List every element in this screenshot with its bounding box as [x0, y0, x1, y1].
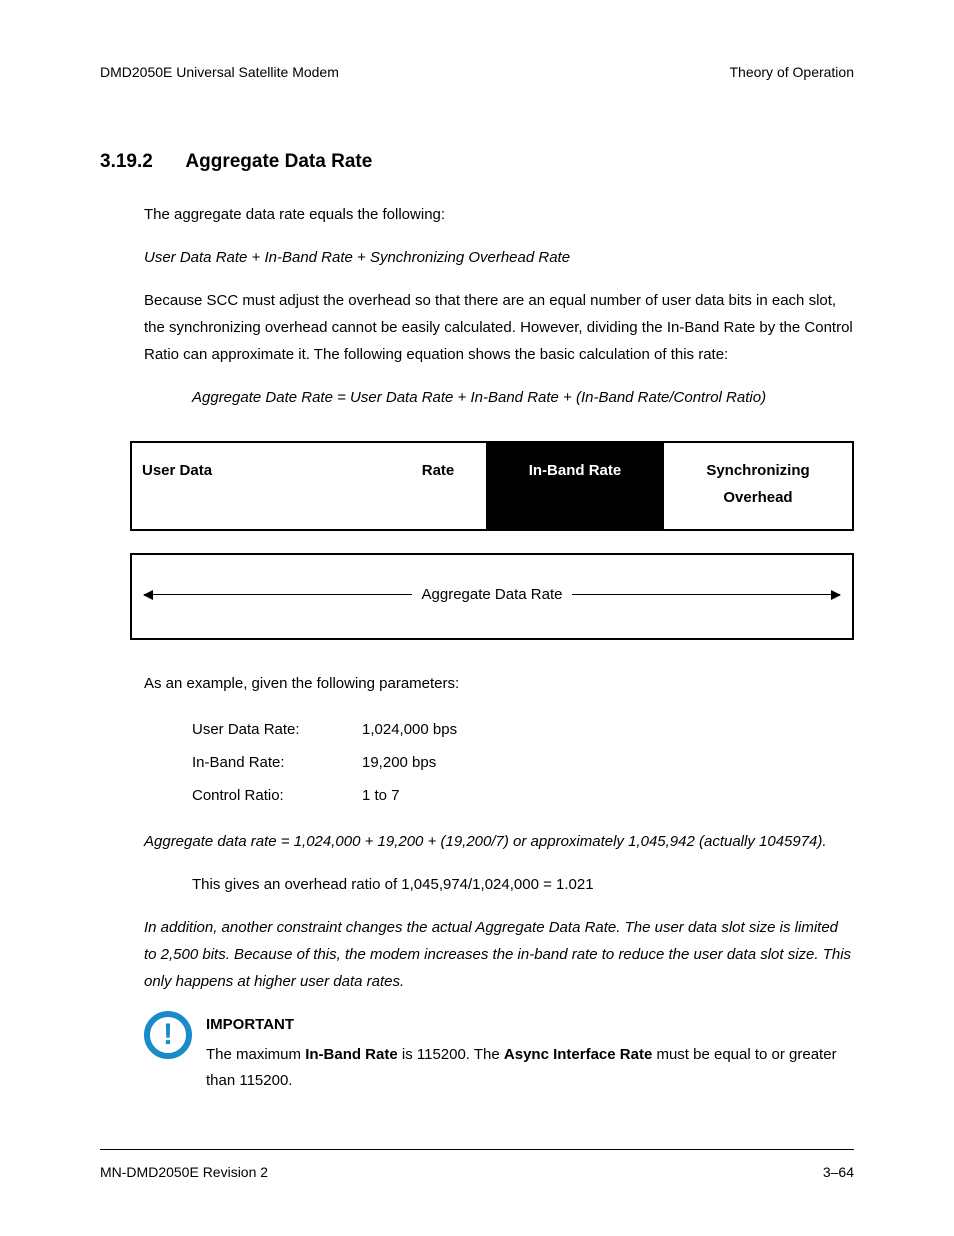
important-bold-2: Async Interface Rate	[504, 1046, 652, 1063]
constraint-note: In addition, another constraint changes …	[144, 914, 854, 995]
param-val: 1,024,000 bps	[362, 713, 457, 746]
important-bold-1: In-Band Rate	[305, 1046, 398, 1063]
diag-cell-user-data: User Data	[132, 443, 390, 529]
equation: Aggregate Date Rate = User Data Rate + I…	[144, 384, 854, 411]
example-intro: As an example, given the following param…	[144, 670, 854, 697]
important-text: IMPORTANT The maximum In-Band Rate is 11…	[206, 1011, 854, 1109]
param-row: Control Ratio: 1 to 7	[192, 779, 854, 812]
overhead-ratio: This gives an overhead ratio of 1,045,97…	[144, 871, 854, 898]
param-row: User Data Rate: 1,024,000 bps	[192, 713, 854, 746]
arrow-left-icon	[144, 594, 412, 596]
important-icon: !	[144, 1011, 192, 1059]
important-title: IMPORTANT	[206, 1011, 854, 1038]
rate-diagram: User Data Rate In-Band Rate Synchronizin…	[130, 441, 854, 640]
diag-cell-rate: Rate	[390, 443, 486, 529]
important-body: The maximum In-Band Rate is 115200. The …	[206, 1042, 854, 1093]
param-key: User Data Rate:	[192, 713, 362, 746]
diag-cell-sync: Synchronizing Overhead	[664, 443, 852, 529]
param-val: 1 to 7	[362, 779, 400, 812]
important-mid: is 115200. The	[398, 1046, 504, 1063]
param-val: 19,200 bps	[362, 746, 436, 779]
header-left: DMD2050E Universal Satellite Modem	[100, 60, 339, 85]
section-heading: 3.19.2 Aggregate Data Rate	[100, 145, 854, 179]
header-right: Theory of Operation	[729, 60, 854, 85]
section-number: 3.19.2	[100, 145, 153, 179]
diagram-label-box: Aggregate Data Rate	[130, 553, 854, 640]
param-row: In-Band Rate: 19,200 bps	[192, 746, 854, 779]
paragraph-1: Because SCC must adjust the overhead so …	[144, 287, 854, 368]
param-key: Control Ratio:	[192, 779, 362, 812]
section-body: The aggregate data rate equals the follo…	[100, 201, 854, 1109]
arrow-right-icon	[572, 594, 840, 596]
footer-left: MN-DMD2050E Revision 2	[100, 1160, 268, 1185]
diagram-row: User Data Rate In-Band Rate Synchronizin…	[130, 441, 854, 531]
param-key: In-Band Rate:	[192, 746, 362, 779]
diagram-label: Aggregate Data Rate	[422, 581, 563, 608]
aggregate-arrow: Aggregate Data Rate	[144, 581, 840, 608]
important-pre: The maximum	[206, 1046, 305, 1063]
section-title: Aggregate Data Rate	[185, 151, 372, 172]
formula-1: User Data Rate + In-Band Rate + Synchron…	[144, 244, 854, 271]
example-calc: Aggregate data rate = 1,024,000 + 19,200…	[144, 828, 854, 855]
intro-text: The aggregate data rate equals the follo…	[144, 201, 854, 228]
important-block: ! IMPORTANT The maximum In-Band Rate is …	[144, 1011, 854, 1109]
example-params: User Data Rate: 1,024,000 bps In-Band Ra…	[144, 713, 854, 812]
diag-cell-inband: In-Band Rate	[486, 443, 664, 529]
page-header: DMD2050E Universal Satellite Modem Theor…	[100, 60, 854, 85]
footer-right: 3–64	[823, 1160, 854, 1185]
page-footer: MN-DMD2050E Revision 2 3–64	[100, 1149, 854, 1185]
